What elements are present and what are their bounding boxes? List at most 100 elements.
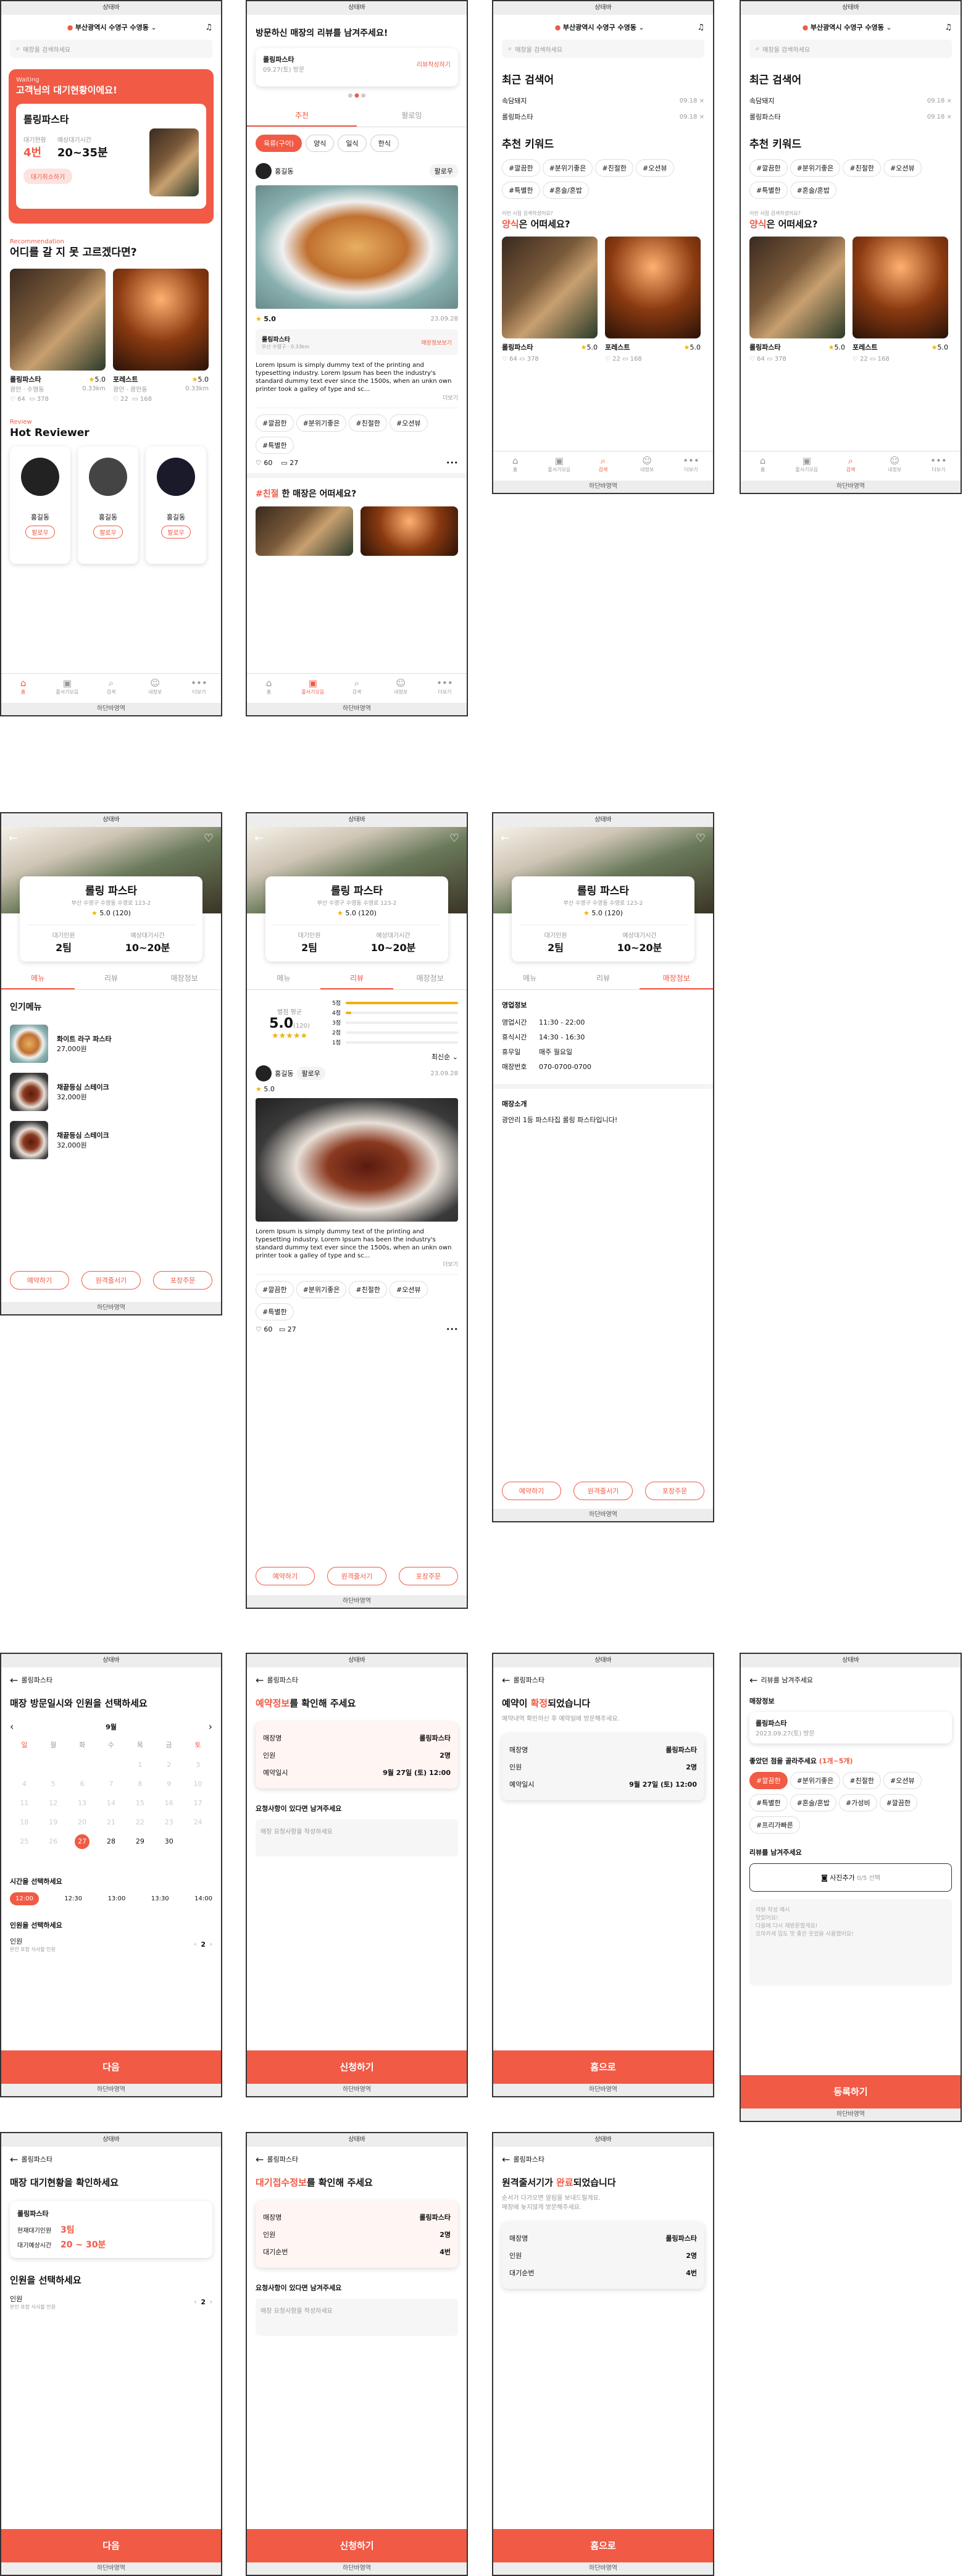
close-icon[interactable]: × <box>947 114 952 120</box>
calendar-day[interactable]: 13 <box>68 1799 97 1807</box>
people-stepper[interactable]: ‹ 2 › <box>194 1940 212 1949</box>
tab-more[interactable]: ••• 더보기 <box>917 451 961 480</box>
reviewer-card[interactable]: 홍길동 팔로우 <box>146 447 206 564</box>
bell-icon[interactable]: ♫ <box>697 23 704 32</box>
calendar-day[interactable]: 23 <box>154 1818 183 1826</box>
tab-queue[interactable]: ▣ 줄서기모음 <box>291 674 335 703</box>
keyword-tag[interactable]: #특별한 <box>502 182 540 199</box>
heart-icon[interactable]: ♡ <box>256 459 262 467</box>
close-icon[interactable]: × <box>947 98 952 104</box>
tab-profile[interactable]: ☺ 내정보 <box>873 451 917 480</box>
tab-home[interactable]: ⌂ 홈 <box>1 674 45 703</box>
tab-store-info[interactable]: 매장정보 <box>148 968 221 989</box>
calendar-day[interactable]: 30 <box>154 1837 183 1849</box>
tab-search[interactable]: ⌕ 검색 <box>828 451 872 480</box>
tab-review[interactable]: 리뷰 <box>75 968 148 989</box>
tab-profile[interactable]: ☺ 내정보 <box>133 674 177 703</box>
back-icon[interactable]: ← <box>9 832 18 845</box>
recent-item[interactable]: 롤링파스타 09.18 × <box>502 109 704 125</box>
location-label[interactable]: 부산광역시 수영구 수영동 <box>811 23 884 31</box>
restaurant-card[interactable]: 롤링파스타 ★5.0 ♡ 64 ▭ 378 <box>749 237 845 363</box>
calendar-day[interactable]: 28 <box>97 1837 126 1849</box>
reviewer-card[interactable]: 홍길동 팔로우 <box>78 447 138 564</box>
calendar-day[interactable]: 8 <box>125 1780 154 1788</box>
tab-queue[interactable]: ▣ 줄서기모음 <box>537 451 581 480</box>
store-link-box[interactable]: 롤링파스타 부산 수영구 · 0.33km 매장정보보기 <box>256 329 458 355</box>
heart-icon[interactable]: ♡ <box>256 1325 262 1333</box>
tab-queue[interactable]: ▣ 줄서기모음 <box>785 451 828 480</box>
people-stepper[interactable]: ‹ 2 › <box>194 2298 212 2306</box>
back-icon[interactable]: ← <box>10 1674 18 1686</box>
calendar-day[interactable]: 22 <box>125 1818 154 1826</box>
remote-queue-button[interactable]: 원격줄서기 <box>81 1271 141 1290</box>
tab-review[interactable]: 리뷰 <box>567 968 640 989</box>
bell-icon[interactable]: ♫ <box>205 23 212 32</box>
kw-option[interactable]: #친절한 <box>843 1772 881 1789</box>
cancel-waiting-button[interactable]: 대기취소하기 <box>23 169 73 184</box>
heart-icon[interactable]: ♡ <box>696 832 706 845</box>
calendar-day[interactable]: 18 <box>10 1818 39 1826</box>
restaurant-card[interactable]: 롤링파스타 ★5.0 ♡ 64 ▭ 378 <box>502 237 598 363</box>
calendar-day[interactable]: 19 <box>39 1818 68 1826</box>
recent-item[interactable]: 속담돼지 09.18 × <box>502 93 704 109</box>
takeout-button[interactable]: 포장주문 <box>153 1271 212 1290</box>
chip-korean[interactable]: 한식 <box>370 135 399 152</box>
time-option[interactable]: 12:30 <box>64 1895 82 1902</box>
tab-search[interactable]: ⌕ 검색 <box>89 674 133 703</box>
takeout-button[interactable]: 포장주문 <box>399 1567 458 1585</box>
keyword-tag[interactable]: #깔끔한 <box>502 159 540 177</box>
location-label[interactable]: 부산광역시 수영구 수영동 <box>563 23 636 31</box>
submit-button[interactable]: 등록하기 <box>741 2075 961 2108</box>
calendar-day[interactable]: 15 <box>125 1799 154 1807</box>
calendar-day[interactable]: 25 <box>10 1837 39 1849</box>
kw-option[interactable]: #가성비 <box>838 1794 877 1811</box>
chip-western[interactable]: 양식 <box>306 135 335 152</box>
tab-menu[interactable]: 메뉴 <box>1 968 75 989</box>
keyword-tag[interactable]: #친절한 <box>595 159 633 177</box>
store-info-link[interactable]: 매장정보보기 <box>421 338 452 346</box>
next-month-icon[interactable]: › <box>209 1721 212 1732</box>
reserve-button[interactable]: 예약하기 <box>502 1482 561 1500</box>
more-options-icon[interactable]: ••• <box>446 459 458 467</box>
heart-icon[interactable]: ♡ <box>204 832 214 845</box>
time-option[interactable]: 13:00 <box>108 1895 126 1902</box>
time-option[interactable]: 13:30 <box>151 1895 169 1902</box>
follow-button[interactable]: 팔로우 <box>93 526 123 539</box>
prev-month-icon[interactable]: ‹ <box>10 1721 14 1732</box>
recent-item[interactable]: 롤링파스타 09.18 × <box>749 109 952 125</box>
kw-option[interactable]: #오션뷰 <box>883 1772 922 1789</box>
calendar-day[interactable]: 24 <box>183 1818 212 1826</box>
tab-store-info[interactable]: 매장정보 <box>640 968 713 989</box>
back-icon[interactable]: ← <box>256 2154 264 2165</box>
calendar-day[interactable]: 4 <box>10 1780 39 1788</box>
calendar-day[interactable]: 6 <box>68 1780 97 1788</box>
more-link[interactable]: 더보기 <box>247 1260 467 1268</box>
tab-more[interactable]: ••• 더보기 <box>177 674 221 703</box>
remote-queue-button[interactable]: 원격줄서기 <box>573 1482 633 1500</box>
menu-item[interactable]: 채끝등심 스테이크 32,000원 <box>10 1116 212 1164</box>
plus-icon[interactable]: › <box>210 2299 212 2305</box>
calendar-day[interactable]: 3 <box>183 1761 212 1769</box>
keyword-tag[interactable]: #혼술/혼밥 <box>542 182 589 199</box>
calendar-day[interactable]: 17 <box>183 1799 212 1807</box>
kw-option[interactable]: #분위기좋은 <box>790 1772 841 1789</box>
back-icon[interactable]: ← <box>254 832 264 845</box>
chip-meat[interactable]: 육류(구이) <box>256 135 302 152</box>
next-button[interactable]: 다음 <box>1 2050 221 2084</box>
kw-option[interactable]: #혼술/혼밥 <box>790 1794 836 1811</box>
tab-more[interactable]: ••• 더보기 <box>669 451 713 480</box>
calendar-day[interactable]: 29 <box>125 1837 154 1849</box>
tab-menu[interactable]: 메뉴 <box>247 968 320 989</box>
calendar-day[interactable]: 2 <box>154 1761 183 1769</box>
keyword-tag[interactable]: #오션뷰 <box>883 159 922 177</box>
apply-button[interactable]: 신청하기 <box>247 2050 467 2084</box>
next-button[interactable]: 다음 <box>1 2529 221 2562</box>
tab-store-info[interactable]: 매장정보 <box>393 968 467 989</box>
tab-menu[interactable]: 메뉴 <box>493 968 567 989</box>
keyword-tag[interactable]: #분위기좋은 <box>790 159 841 177</box>
kw-option[interactable]: #프리가빠른 <box>749 1816 800 1834</box>
recent-item[interactable]: 속담돼지 09.18 × <box>749 93 952 109</box>
review-textarea[interactable]: 리뷰 작성 예시 맛있어요! 다음에 다시 재방문할게요! 오마카세 입도 맛 … <box>749 1899 952 1986</box>
back-icon[interactable]: ← <box>10 2154 18 2165</box>
comment-icon[interactable]: ▭ <box>281 459 287 467</box>
